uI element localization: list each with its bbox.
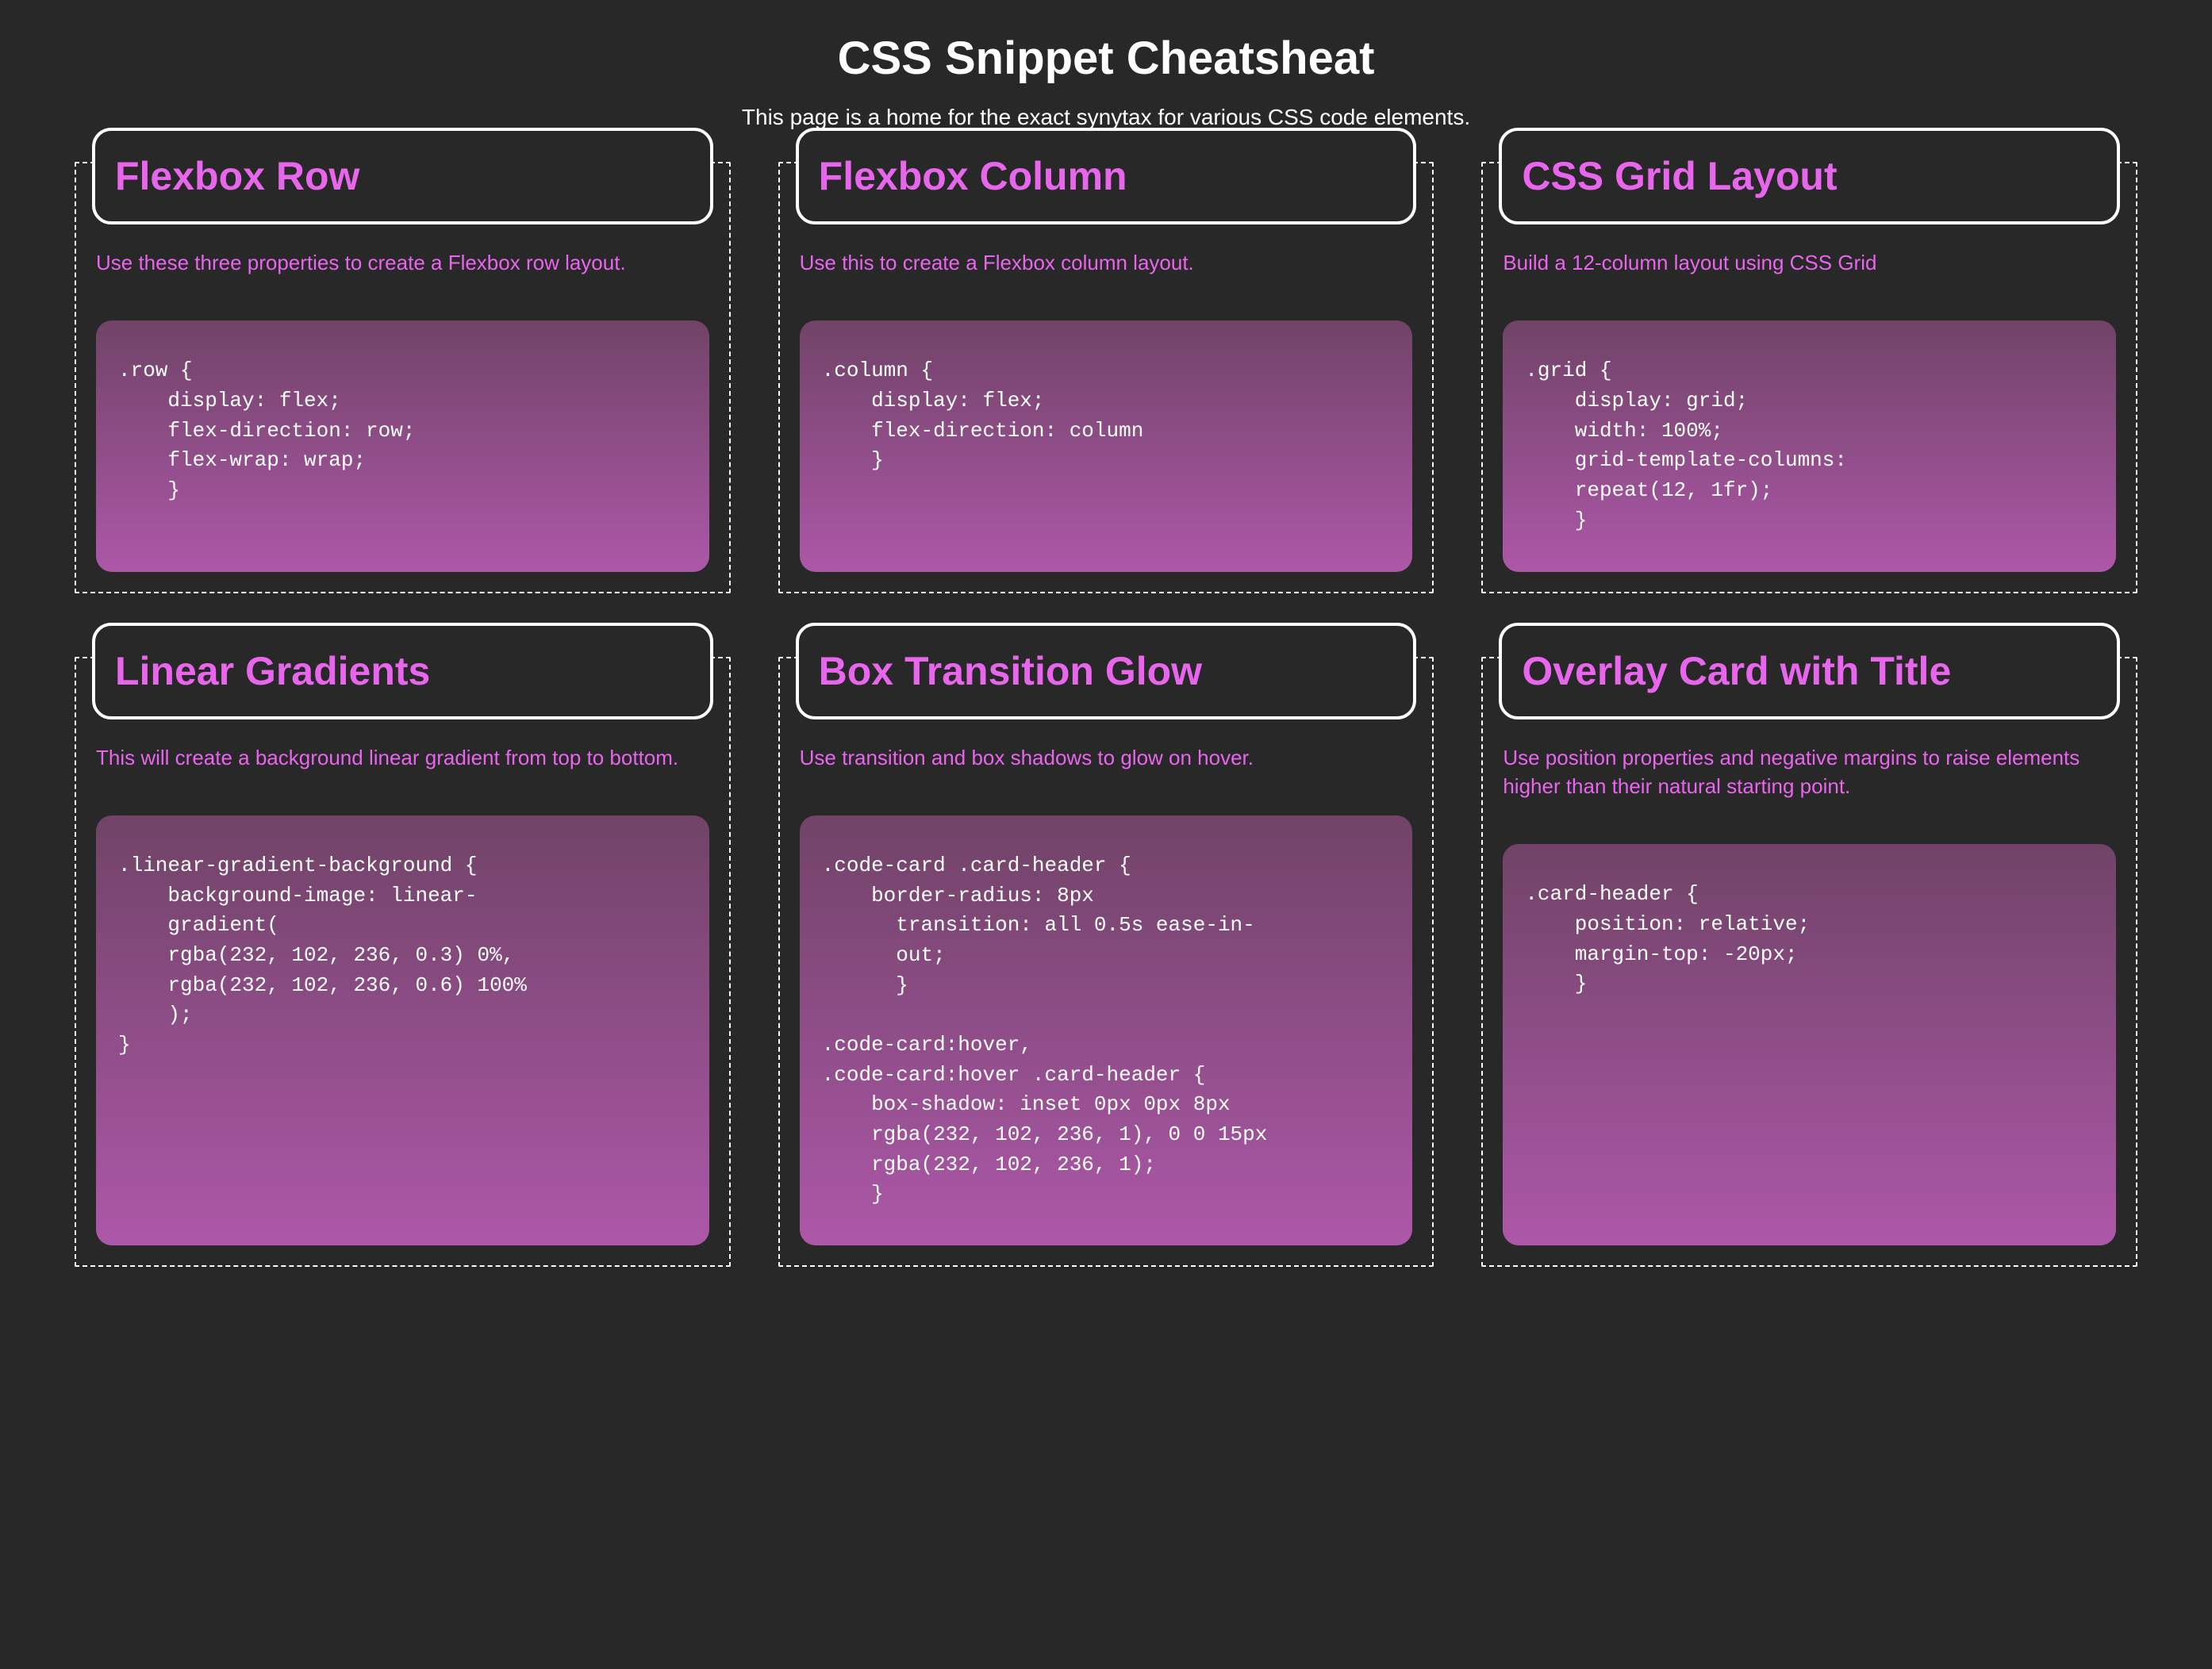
code-block[interactable]: .column { display: flex; flex-direction:… xyxy=(800,320,1413,571)
page-subtitle: This page is a home for the exact synyta… xyxy=(32,105,2180,130)
card-header: Overlay Card with Title xyxy=(1499,623,2120,719)
code-block[interactable]: .row { display: flex; flex-direction: ro… xyxy=(96,320,709,571)
card-description: Build a 12-column layout using CSS Grid xyxy=(1503,248,2116,277)
code-card-css-grid: CSS Grid Layout Build a 12-column layout… xyxy=(1481,162,2137,593)
card-title: CSS Grid Layout xyxy=(1522,153,2097,199)
card-header: Flexbox Column xyxy=(796,128,1417,224)
code-block[interactable]: .card-header { position: relative; margi… xyxy=(1503,844,2116,1245)
card-description: Use these three properties to create a F… xyxy=(96,248,709,277)
card-header: Box Transition Glow xyxy=(796,623,1417,719)
card-header: Flexbox Row xyxy=(92,128,713,224)
page-title: CSS Snippet Cheatsheat xyxy=(32,32,2180,85)
card-title: Flexbox Row xyxy=(115,153,690,199)
card-header: CSS Grid Layout xyxy=(1499,128,2120,224)
card-title: Linear Gradients xyxy=(115,648,690,694)
card-title: Flexbox Column xyxy=(819,153,1394,199)
card-title: Box Transition Glow xyxy=(819,648,1394,694)
code-card-flexbox-column: Flexbox Column Use this to create a Flex… xyxy=(778,162,1434,593)
card-description: Use transition and box shadows to glow o… xyxy=(800,743,1413,772)
code-block[interactable]: .grid { display: grid; width: 100%; grid… xyxy=(1503,320,2116,571)
cards-grid: Flexbox Row Use these three properties t… xyxy=(75,162,2137,1267)
card-description: Use this to create a Flexbox column layo… xyxy=(800,248,1413,277)
code-card-flexbox-row: Flexbox Row Use these three properties t… xyxy=(75,162,731,593)
card-description: Use position properties and negative mar… xyxy=(1503,743,2116,801)
code-block[interactable]: .linear-gradient-background { background… xyxy=(96,815,709,1245)
code-block[interactable]: .code-card .card-header { border-radius:… xyxy=(800,815,1413,1245)
card-title: Overlay Card with Title xyxy=(1522,648,2097,694)
card-description: This will create a background linear gra… xyxy=(96,743,709,772)
code-card-overlay-card: Overlay Card with Title Use position pro… xyxy=(1481,657,2137,1268)
code-card-box-transition-glow: Box Transition Glow Use transition and b… xyxy=(778,657,1434,1268)
code-card-linear-gradients: Linear Gradients This will create a back… xyxy=(75,657,731,1268)
card-header: Linear Gradients xyxy=(92,623,713,719)
